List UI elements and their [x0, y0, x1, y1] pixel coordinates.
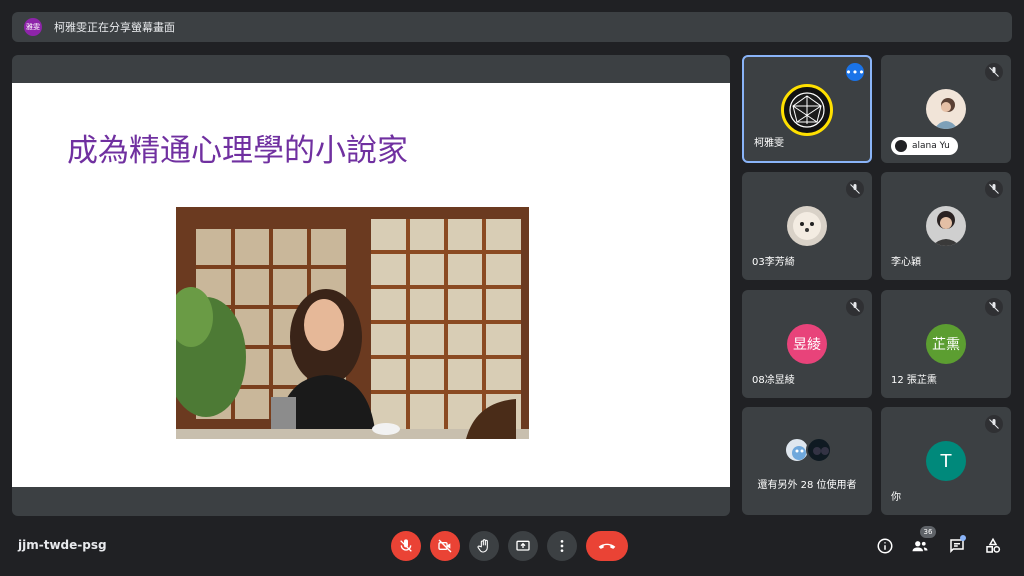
participant-tile-presenter[interactable]: ••• 柯雅雯	[742, 55, 872, 163]
participant-name: 柯雅雯	[754, 138, 784, 149]
activities-button[interactable]	[983, 536, 1003, 556]
participant-tile[interactable]: 芷熏 12 張芷熏	[881, 290, 1011, 398]
mic-off-icon	[985, 63, 1003, 81]
participant-photo	[806, 437, 832, 463]
participant-name-pill: alana Yu	[891, 137, 958, 155]
more-options-button[interactable]: •••	[845, 63, 865, 81]
participant-name: 你	[891, 492, 901, 503]
mic-toggle-button[interactable]	[391, 531, 421, 561]
meeting-code: jjm-twde-psg	[18, 538, 107, 552]
presenter-avatar: 雅雯	[24, 18, 42, 36]
participant-name: 李心穎	[891, 257, 921, 268]
participant-tile[interactable]: 昱綾 08凃昱綾	[742, 290, 872, 398]
activities-icon	[986, 537, 1001, 553]
mic-off-icon	[985, 415, 1003, 433]
present-icon	[516, 540, 530, 551]
participant-initials-avatar: 昱綾	[787, 324, 827, 364]
participant-tile-self[interactable]: T 你	[881, 407, 1011, 515]
shared-slide: 成為精通心理學的小說家	[12, 83, 730, 487]
hang-up-icon	[598, 543, 616, 549]
others-avatar-stack	[784, 437, 834, 463]
slide-title: 成為精通心理學的小說家	[67, 133, 408, 169]
participant-tile[interactable]: 李心穎	[881, 172, 1011, 280]
people-button[interactable]	[910, 536, 930, 556]
people-icon	[912, 541, 928, 552]
participant-tile[interactable]: alana Yu	[881, 55, 1011, 163]
participant-name: 12 張芷熏	[891, 375, 937, 386]
participant-photo	[787, 206, 827, 246]
hand-icon	[477, 539, 488, 553]
presenter-logo-avatar	[781, 84, 833, 136]
mic-off-icon	[985, 180, 1003, 198]
meeting-details-button[interactable]	[875, 536, 895, 556]
presentation-stage: 成為精通心理學的小說家	[12, 55, 730, 516]
more-options-button[interactable]	[547, 531, 577, 561]
camera-toggle-button[interactable]	[430, 531, 460, 561]
participant-photo	[926, 206, 966, 246]
participant-name: 03李芳綺	[752, 257, 795, 268]
mic-off-icon	[400, 539, 412, 552]
mic-off-icon	[846, 298, 864, 316]
participant-name: alana Yu	[912, 141, 950, 151]
participant-name: 08凃昱綾	[752, 375, 795, 386]
raise-hand-button[interactable]	[469, 531, 499, 561]
present-screen-button[interactable]	[508, 531, 538, 561]
info-icon	[877, 538, 893, 554]
slide-photo	[176, 207, 529, 439]
participant-initials-avatar: 芷熏	[926, 324, 966, 364]
chat-notification-dot	[960, 535, 966, 541]
leave-call-button[interactable]	[586, 531, 628, 561]
camera-off-icon	[438, 539, 452, 553]
mic-off-icon	[985, 298, 1003, 316]
participant-tile[interactable]: 03李芳綺	[742, 172, 872, 280]
presentation-status-text: 柯雅雯正在分享螢幕畫面	[54, 21, 175, 34]
speaking-icon	[895, 140, 907, 152]
participant-count-badge: 36	[920, 526, 936, 538]
presentation-banner: 雅雯 柯雅雯正在分享螢幕畫面	[12, 12, 1012, 42]
others-count-label: 還有另外 28 位使用者	[757, 480, 857, 491]
participant-photo	[926, 89, 966, 129]
mic-off-icon	[846, 180, 864, 198]
more-vert-icon	[560, 540, 564, 552]
participant-initials-avatar: T	[926, 441, 966, 481]
participant-tile-others[interactable]: 還有另外 28 位使用者	[742, 407, 872, 515]
